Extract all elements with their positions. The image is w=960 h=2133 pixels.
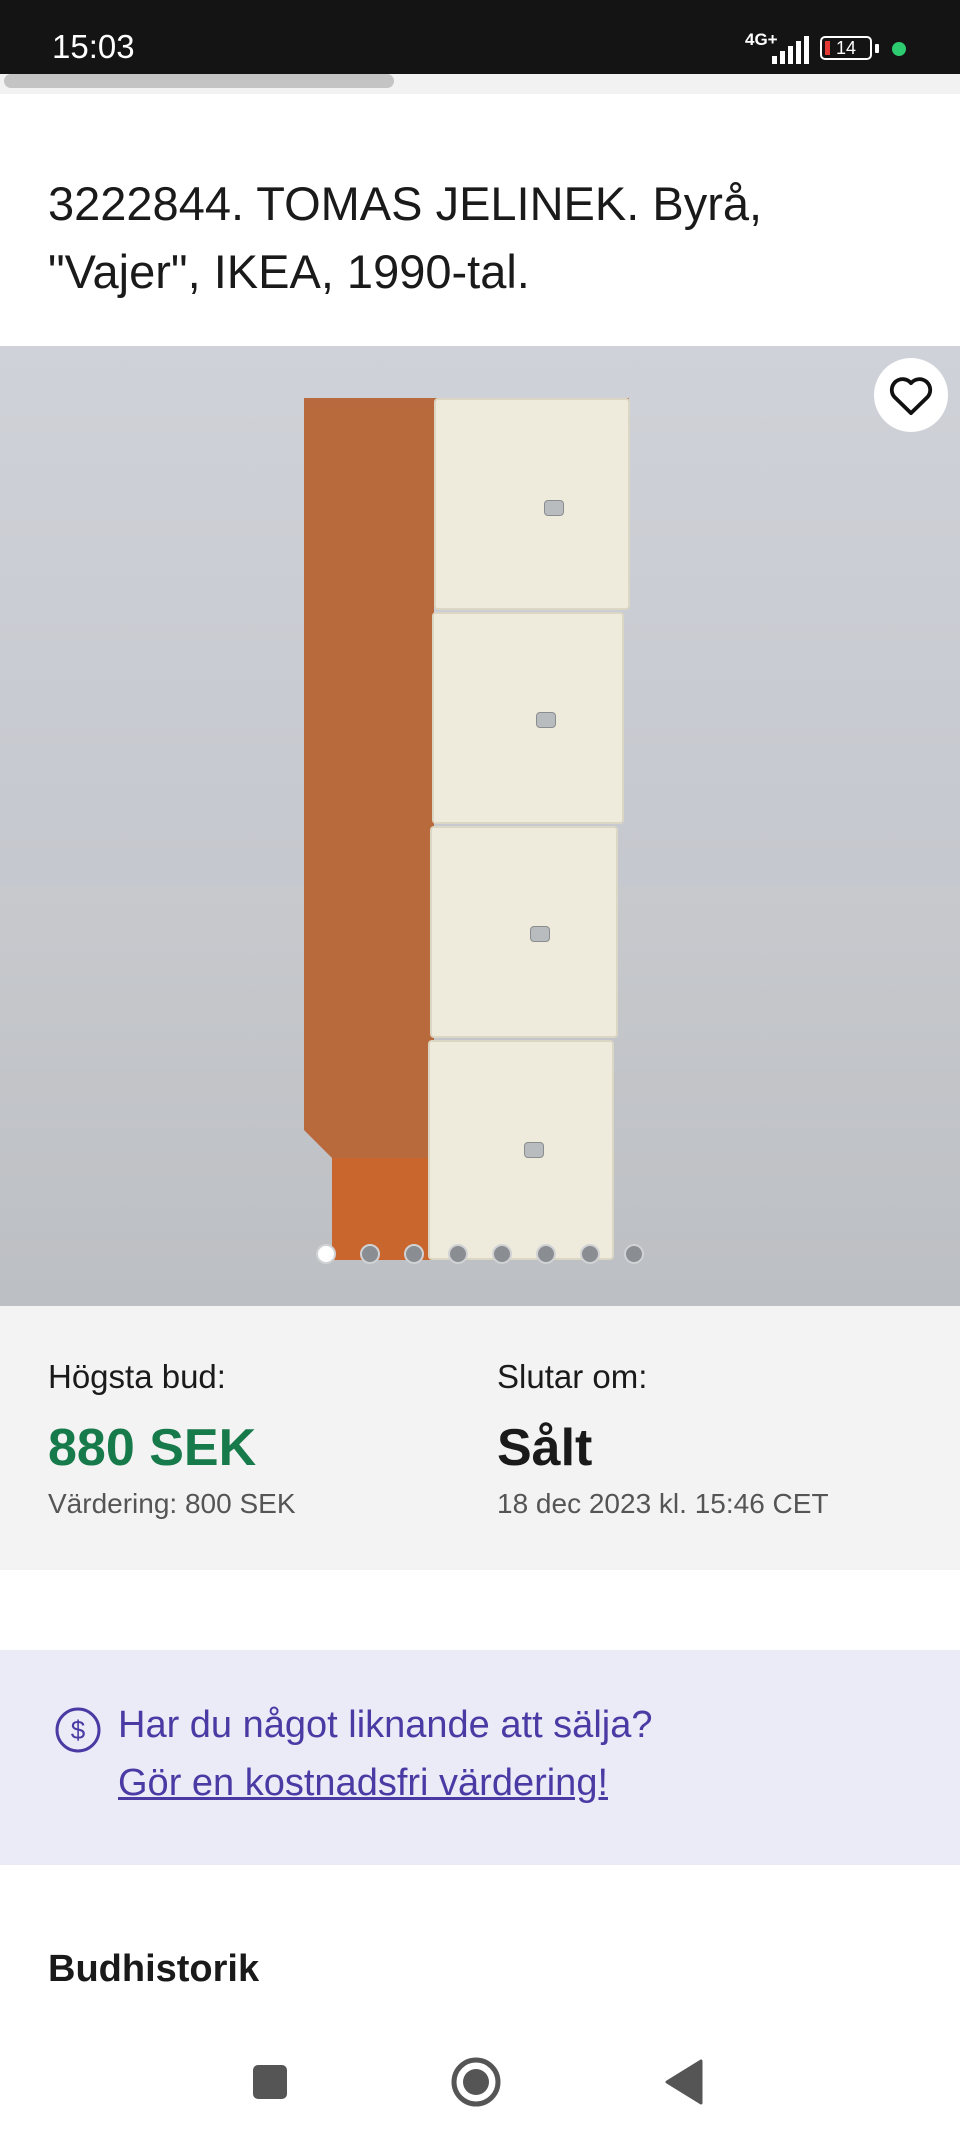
- carousel-dot[interactable]: [580, 1244, 600, 1264]
- battery-icon: 14: [820, 36, 872, 60]
- back-button[interactable]: [654, 2052, 714, 2112]
- heart-icon: [889, 377, 933, 416]
- free-valuation-link[interactable]: Gör en kostnadsfri värdering!: [118, 1762, 608, 1805]
- carousel-dot[interactable]: [624, 1244, 644, 1264]
- auction-status: Sålt: [497, 1419, 593, 1477]
- sell-promo-banner: [0, 1650, 960, 1865]
- carousel-dots: [316, 1244, 644, 1264]
- estimate-value: Värdering: 800 SEK: [48, 1488, 296, 1519]
- bid-history-title: Budhistorik: [48, 1948, 260, 1990]
- home-circle-icon: [451, 2057, 501, 2107]
- carousel-dot[interactable]: [316, 1244, 336, 1264]
- highest-bid-label: Högsta bud:: [48, 1358, 226, 1395]
- promo-question: Har du något liknande att sälja?: [118, 1704, 653, 1746]
- drawer-1: [434, 398, 630, 610]
- drawer-3: [430, 826, 618, 1038]
- carousel-dot[interactable]: [448, 1244, 468, 1264]
- end-date: 18 dec 2023 kl. 15:46 CET: [497, 1488, 829, 1519]
- signal-icon: [772, 36, 809, 64]
- drawer-4: [428, 1040, 614, 1260]
- status-time: 15:03: [52, 28, 135, 65]
- carousel-dot[interactable]: [360, 1244, 380, 1264]
- scroll-indicator[interactable]: [4, 74, 394, 88]
- favorite-button[interactable]: [874, 358, 948, 432]
- carousel-dot[interactable]: [536, 1244, 556, 1264]
- dollar-circle-icon: $: [55, 1707, 101, 1753]
- highest-bid-amount: 880 SEK: [48, 1419, 257, 1477]
- svg-text:$: $: [71, 1715, 86, 1745]
- square-icon: [253, 2065, 287, 2099]
- drawer-2: [432, 612, 624, 824]
- carousel-dot[interactable]: [404, 1244, 424, 1264]
- battery-level: 14: [835, 38, 857, 58]
- privacy-indicator: [892, 42, 906, 56]
- product-image-carousel[interactable]: [0, 346, 960, 1306]
- status-bar: 15:03 4G+ 14: [0, 0, 960, 74]
- listing-title: 3222844. TOMAS JELINEK. Byrå, "Vajer", I…: [48, 177, 763, 298]
- carousel-dot[interactable]: [492, 1244, 512, 1264]
- back-triangle-icon: [665, 2059, 703, 2105]
- battery-nub: [875, 44, 879, 53]
- home-button[interactable]: [446, 2052, 506, 2112]
- ends-in-label: Slutar om:: [497, 1358, 648, 1395]
- recents-button[interactable]: [240, 2052, 300, 2112]
- system-nav-bar: [0, 2030, 960, 2133]
